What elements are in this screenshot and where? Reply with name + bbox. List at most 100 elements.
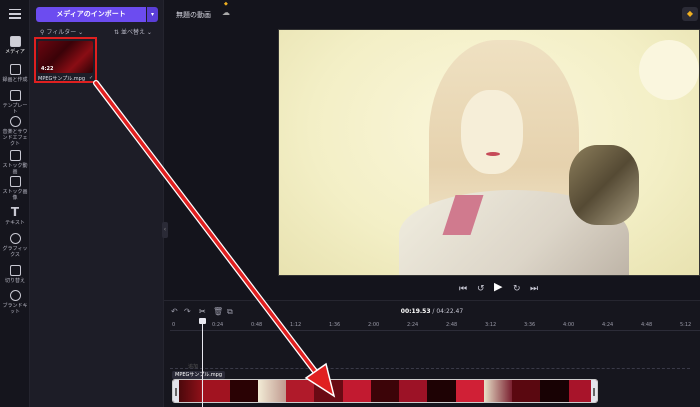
sidebar-item-brand-kit[interactable]: ブランドキット <box>0 290 30 315</box>
clip-label: MPEGサンプル.mpg <box>172 371 226 379</box>
background-light <box>639 40 699 100</box>
ruler-tick: 0:48 <box>251 322 263 328</box>
figure-face <box>461 90 523 174</box>
sidebar-item-label: グラフィックス <box>2 246 28 258</box>
sidebar-item-label: ストック動画 <box>2 163 28 175</box>
checkmark-icon: ✓ <box>89 75 94 81</box>
top-bar: 無題の動画 ◆ ☁ ◆ <box>164 0 700 28</box>
ruler-tick: 3:36 <box>524 322 536 328</box>
preview-stage <box>164 28 700 278</box>
clip-frame <box>427 380 456 402</box>
left-nav-rail: メディア 録画と作成 テンプレート 音楽とサウンドエフェクト ストック動画 スト… <box>0 0 30 407</box>
playhead[interactable] <box>202 318 203 407</box>
clip-trim-right-handle[interactable] <box>591 380 597 402</box>
sidebar-item-label: 切り替え <box>4 278 25 284</box>
hamburger-menu-icon[interactable] <box>9 9 21 19</box>
sidebar-item-media[interactable]: メディア <box>0 36 30 55</box>
sidebar-item-label: 録画と作成 <box>2 77 28 83</box>
ruler-tick: 2:48 <box>446 322 458 328</box>
folder-icon <box>9 36 21 47</box>
video-preview[interactable] <box>278 29 700 276</box>
text-icon: T <box>10 205 20 219</box>
clip-frame <box>399 380 428 402</box>
sidebar-item-transitions[interactable]: 切り替え <box>0 265 30 284</box>
time-ruler[interactable]: 0 0:24 0:48 1:12 1:36 2:00 2:24 2:48 3:1… <box>170 321 700 331</box>
premium-gem-icon: ◆ <box>224 1 228 7</box>
sidebar-item-text[interactable]: T テキスト <box>0 205 30 226</box>
sidebar-item-label: テンプレート <box>2 103 28 115</box>
sidebar-item-label: 音楽とサウンドエフェクト <box>2 129 28 147</box>
chevron-down-icon: ⌄ <box>144 29 152 36</box>
music-note-icon <box>9 116 21 127</box>
sidebar-item-stock-video[interactable]: ストック動画 <box>0 150 30 175</box>
sidebar-item-label: ブランドキット <box>2 303 28 315</box>
figure-ornament <box>569 145 639 225</box>
brand-kit-icon <box>9 290 21 301</box>
clip-frame <box>512 380 541 402</box>
filter-label: フィルター <box>46 29 77 36</box>
ruler-tick: 1:36 <box>329 322 341 328</box>
clip-trim-left-handle[interactable] <box>173 380 179 402</box>
clip-frame <box>370 380 400 402</box>
sidebar-item-label: メディア <box>5 49 25 55</box>
sort-label: 並べ替え <box>120 29 145 36</box>
chevron-down-icon: ⌄ <box>76 29 84 36</box>
ruler-tick: 4:24 <box>602 322 614 328</box>
sidebar-item-label: ストック画像 <box>2 189 28 201</box>
skip-to-start-icon[interactable]: ⏮ <box>459 283 467 295</box>
cloud-sync-icon[interactable]: ☁ <box>222 9 232 17</box>
stock-video-icon <box>9 150 21 161</box>
app-window: メディア 録画と作成 テンプレート 音楽とサウンドエフェクト ストック動画 スト… <box>0 0 700 407</box>
asset-duration: 4:22 <box>41 66 54 72</box>
clip-frame <box>342 380 371 402</box>
ruler-tick: 4:48 <box>641 322 653 328</box>
transition-icon <box>9 265 21 276</box>
ruler-tick: 0 <box>172 322 176 328</box>
clip-frame <box>201 380 230 402</box>
clip-frame <box>455 380 484 402</box>
clip-frame <box>229 380 258 402</box>
media-asset-card[interactable]: 4:22 MPEGサンプル.mpg ✓ <box>34 37 97 83</box>
sidebar-item-label: テキスト <box>5 220 25 226</box>
sidebar-item-graphics[interactable]: グラフィックス <box>0 233 30 258</box>
sidebar-item-record[interactable]: 録画と作成 <box>0 64 30 83</box>
clip-frame <box>483 380 513 402</box>
ruler-tick: 2:24 <box>407 322 419 328</box>
total-time: 04:22.47 <box>436 308 464 315</box>
camera-icon <box>9 64 21 75</box>
premium-diamond-button[interactable]: ◆ <box>682 7 698 21</box>
current-time: 00:19.53 <box>400 308 431 315</box>
ruler-tick: 5:12 <box>680 322 692 328</box>
template-icon <box>9 90 21 101</box>
filter-dropdown[interactable]: ⚲ フィルター ⌄ <box>40 27 83 36</box>
ruler-tick: 1:12 <box>290 322 302 328</box>
ruler-tick: 2:00 <box>368 322 380 328</box>
sort-dropdown[interactable]: ⇅ 並べ替え ⌄ <box>114 27 152 36</box>
clip-frame <box>257 380 287 402</box>
clip-frame <box>286 380 315 402</box>
import-media-button[interactable]: メディアのインポート <box>36 7 146 22</box>
ruler-tick: 4:00 <box>563 322 575 328</box>
ruler-tick: 3:12 <box>485 322 497 328</box>
figure-lips <box>486 152 500 156</box>
project-title[interactable]: 無題の動画 <box>176 10 211 20</box>
playhead-handle[interactable] <box>199 318 206 324</box>
skip-to-end-icon[interactable]: ⏭ <box>530 283 538 295</box>
empty-track-line <box>170 368 690 369</box>
chevron-down-icon[interactable]: ▾ <box>147 7 158 22</box>
clip-frame <box>314 380 343 402</box>
timecode-display: 00:19.53 / 04:22.47 <box>164 308 700 315</box>
sidebar-item-music[interactable]: 音楽とサウンドエフェクト <box>0 116 30 147</box>
play-icon[interactable]: ▶ <box>494 281 502 293</box>
ruler-tick: 0:24 <box>212 322 224 328</box>
sidebar-item-templates[interactable]: テンプレート <box>0 90 30 115</box>
stock-image-icon <box>9 176 21 187</box>
rewind-5s-icon[interactable]: ↺ <box>477 283 485 295</box>
clip-frame <box>540 380 569 402</box>
video-clip-track[interactable] <box>172 379 598 403</box>
timeline-panel: ↶ ↷ ✂ 🗑 ⧉ 00:19.53 / 04:22.47 0 0:24 0:4… <box>164 300 700 407</box>
asset-filename: MPEGサンプル.mpg <box>38 76 86 82</box>
forward-5s-icon[interactable]: ↻ <box>513 283 521 295</box>
sidebar-item-stock-images[interactable]: ストック画像 <box>0 176 30 201</box>
shapes-icon <box>9 233 21 244</box>
